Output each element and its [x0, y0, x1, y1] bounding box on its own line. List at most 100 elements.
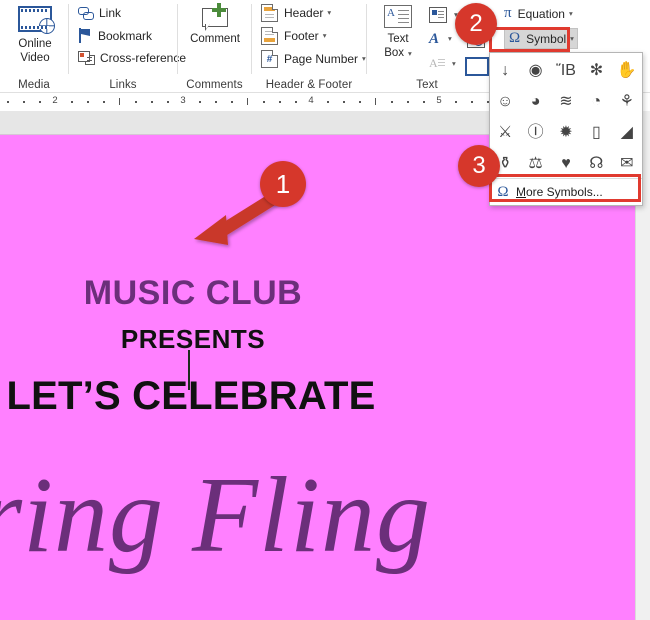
step-1-badge-label: 1 [276, 169, 290, 200]
spiderweb-symbol[interactable]: ✹ [551, 117, 581, 148]
ruler-minor-tick [215, 101, 217, 103]
group-label-media: Media [0, 79, 68, 91]
ruler-minor-tick [135, 101, 137, 103]
ruler-minor-tick [391, 101, 393, 103]
ruler-minor-tick [295, 101, 297, 103]
ruler-minor-tick [199, 101, 201, 103]
link-button[interactable]: Link [78, 5, 121, 20]
cross-reference-label: Cross-reference [100, 51, 186, 65]
ruler-minor-tick [359, 101, 361, 103]
spider-symbol[interactable]: ✻ [581, 55, 611, 86]
clock-symbol[interactable]: ◔ [581, 86, 611, 117]
drop-cap-button[interactable]: A ▾ [429, 57, 456, 71]
new-comment-icon [199, 4, 231, 30]
footer-button[interactable]: Footer ▾ [261, 27, 326, 45]
ruler-number: 4 [308, 95, 313, 106]
equation-label: Equation [518, 7, 565, 21]
new-comment-button[interactable]: Comment [190, 4, 240, 47]
ruler-half-tick [119, 98, 120, 105]
page-number-icon: # [261, 50, 278, 68]
drop-cap-caret-icon: ▾ [452, 60, 456, 68]
wordart-button[interactable]: A ▾ [429, 32, 452, 46]
dinner-symbol[interactable]: ⚔ [490, 117, 520, 148]
down-arrow-symbol[interactable]: ↓ [490, 55, 520, 86]
cross-reference-icon [78, 51, 94, 65]
text-box-line2-text: Box [384, 47, 404, 59]
step-2-badge: 2 [455, 3, 497, 45]
doc-line-presents: PRESENTS [0, 324, 386, 355]
equation-button[interactable]: π Equation ▾ [504, 6, 573, 21]
online-video-label-line2: Video [20, 52, 49, 66]
step-3-badge: 3 [458, 145, 500, 187]
bookmark-button[interactable]: Bookmark [78, 28, 152, 43]
clapper-symbol[interactable]: ◢ [612, 117, 642, 148]
comment-label: Comment [190, 33, 240, 47]
quick-parts-button[interactable]: ▾ [429, 7, 458, 23]
ribbon-group-links: Link Bookmark Cross-reference Links [69, 0, 177, 93]
ruler-minor-tick [231, 101, 233, 103]
ruler-minor-tick [103, 101, 105, 103]
ruler-minor-tick [327, 101, 329, 103]
object-icon [465, 57, 489, 76]
online-video-icon [18, 6, 52, 32]
eye-symbol[interactable]: ◉ [520, 55, 550, 86]
step-3-badge-label: 3 [472, 152, 485, 180]
header-caret-icon: ▾ [327, 9, 331, 17]
online-video-button[interactable]: Online Video [12, 6, 58, 65]
text-box-icon: A [384, 5, 412, 28]
online-video-label-line1: Online [18, 38, 51, 52]
ruler-minor-tick [343, 101, 345, 103]
ruler-number: 5 [436, 95, 441, 106]
equation-pi-icon: π [504, 6, 512, 21]
ruler-minor-tick [167, 101, 169, 103]
bookmark-label: Bookmark [98, 29, 152, 43]
page-number-label: Page Number [284, 52, 358, 66]
ruler-half-tick [247, 98, 248, 105]
text-box-label-line1: Text [387, 33, 408, 47]
equation-caret-icon: ▾ [569, 10, 573, 18]
bookmark-flag-icon [78, 28, 92, 43]
group-label-header-footer: Header & Footer [252, 79, 366, 91]
step-2-badge-label: 2 [469, 10, 482, 38]
cherries-symbol[interactable]: ⚘ [612, 86, 642, 117]
footer-page-icon [261, 27, 278, 45]
text-box-caret-icon: ▾ [408, 49, 412, 58]
ruler-minor-tick [471, 101, 473, 103]
wordart-icon: A [429, 32, 439, 46]
ruler-number: 2 [52, 95, 57, 106]
hand-symbol[interactable]: ✋ [612, 55, 642, 86]
globe-symbol[interactable]: Ⓘ [520, 117, 550, 148]
document-page[interactable]: MUSIC CLUB PRESENTS LET’S CELEBRATE Spri… [0, 134, 650, 620]
step-1-badge: 1 [260, 161, 306, 207]
bank-symbol[interactable]: ἽB [551, 55, 581, 86]
header-button[interactable]: Header ▾ [261, 4, 331, 22]
wordart-caret-icon: ▾ [448, 35, 452, 43]
ruler-minor-tick [7, 101, 9, 103]
symbol-button-highlight [489, 27, 570, 52]
more-symbols-highlight [489, 174, 641, 202]
ruler-minor-tick [407, 101, 409, 103]
ruler-minor-tick [39, 101, 41, 103]
ruler-minor-tick [23, 101, 25, 103]
bomb-symbol[interactable]: ◕ [520, 86, 550, 117]
rectangle-symbol[interactable]: ▯ [581, 117, 611, 148]
footer-caret-icon: ▾ [323, 32, 327, 40]
ruler-minor-tick [87, 101, 89, 103]
ruler-minor-tick [455, 101, 457, 103]
ribbon-group-comments: Comment Comments [178, 0, 251, 93]
ruler-minor-tick [151, 101, 153, 103]
header-page-icon [261, 4, 278, 22]
cross-reference-button[interactable]: Cross-reference [78, 51, 186, 65]
header-label: Header [284, 6, 323, 20]
group-label-text: Text [367, 79, 487, 91]
symbol-caret-icon: ▾ [570, 35, 574, 43]
ruler-minor-tick [279, 101, 281, 103]
doc-line-music-club: MUSIC CLUB [0, 274, 386, 313]
ruler-number: 3 [180, 95, 185, 106]
smiley-symbol[interactable]: ☺ [490, 86, 520, 117]
text-box-button[interactable]: A Text Box ▾ [375, 5, 421, 60]
word-window: Online Video Media Link Bookmark Cross-r… [0, 0, 650, 620]
waves-symbol[interactable]: ≋ [551, 86, 581, 117]
ribbon-group-header-footer: Header ▾ Footer ▾ # Page Number ▾ Header… [252, 0, 366, 93]
page-number-button[interactable]: # Page Number ▾ [261, 50, 366, 68]
